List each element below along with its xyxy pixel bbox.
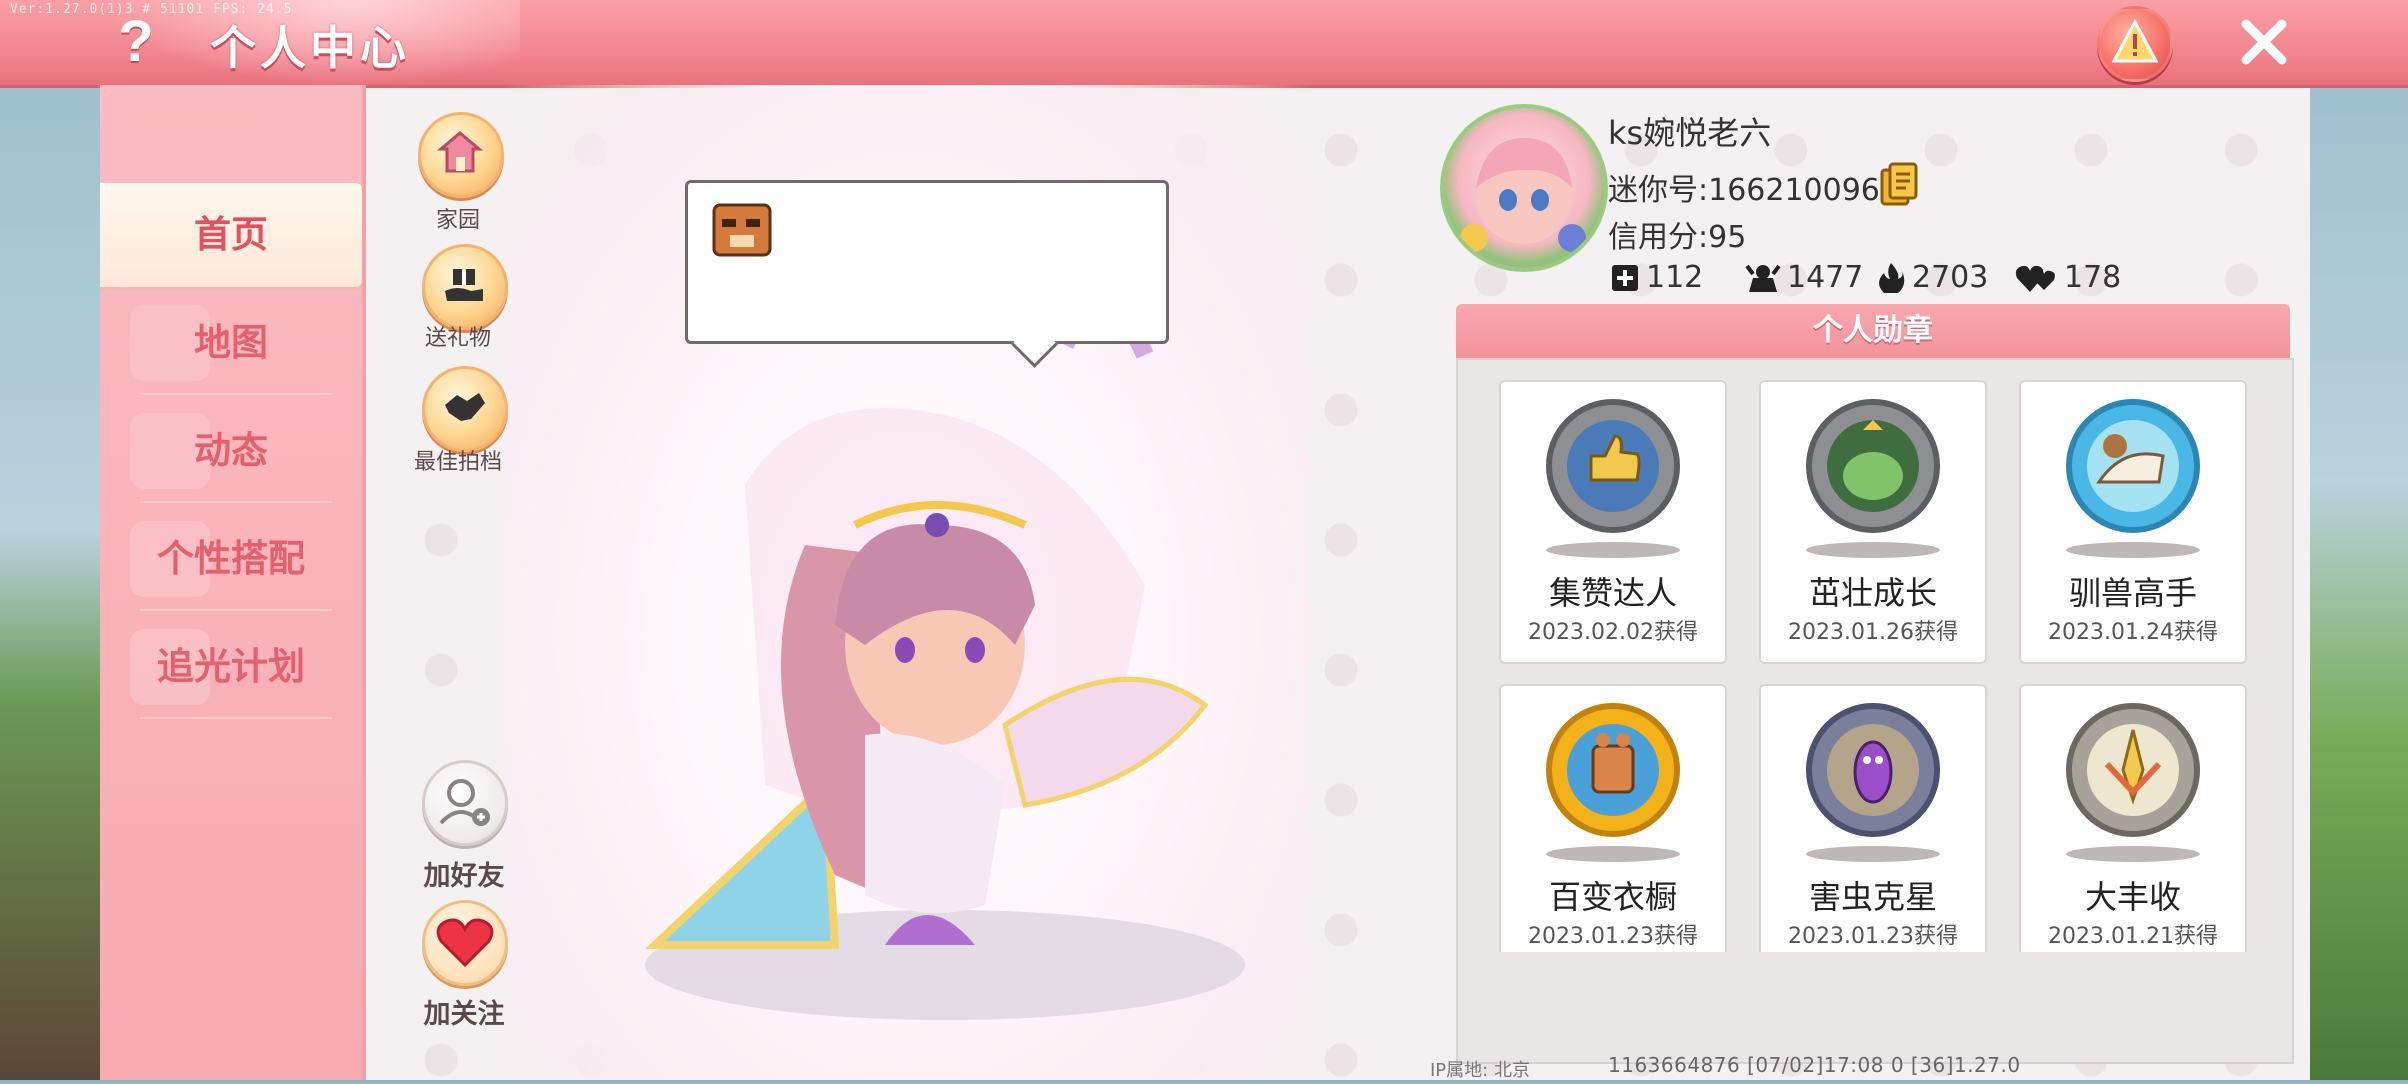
thumbs-up-medal-icon — [1546, 399, 1680, 533]
beast-medal-icon — [2066, 399, 2200, 533]
add-user-icon — [439, 779, 490, 826]
speech-bubble — [685, 180, 1169, 344]
nav-item-feed[interactable]: 动态 — [100, 399, 362, 503]
partner-label: 最佳拍档 — [413, 450, 502, 475]
medal-date: 2023.02.02获得 — [1528, 620, 1698, 645]
house-icon — [437, 131, 483, 173]
heart-icon — [436, 918, 494, 968]
medal-date: 2023.01.21获得 — [2048, 924, 2218, 949]
medal-name: 害虫克星 — [1808, 878, 1937, 916]
add-friend-label: 加好友 — [423, 861, 505, 892]
gift-button[interactable] — [422, 244, 508, 330]
hearts-icon — [2015, 265, 2055, 292]
page-title: 个人中心 — [210, 21, 410, 75]
medal-name: 驯兽高手 — [2068, 574, 2197, 612]
nav-divider — [140, 393, 332, 395]
session-info: 1163664876 [07/02]17:08 0 [36]1.27.0 — [1608, 1053, 2021, 1077]
medal-name: 茁壮成长 — [1808, 574, 1937, 612]
nav-item-map[interactable]: 地图 — [100, 291, 362, 395]
avatar[interactable] — [1440, 104, 1608, 272]
game-backdrop-left — [0, 85, 100, 1080]
medal-date: 2023.01.26获得 — [1788, 620, 1958, 645]
character-face-icon — [712, 203, 772, 257]
medal-date: 2023.01.23获得 — [1788, 924, 1958, 949]
medal-card[interactable]: 驯兽高手 2023.01.24获得 — [2019, 380, 2247, 664]
flame-icon — [1879, 262, 1905, 293]
game-backdrop-right — [2308, 85, 2408, 1080]
home-button[interactable] — [418, 112, 504, 198]
close-icon — [2241, 19, 2287, 65]
help-button[interactable]: ? — [108, 12, 164, 72]
medal-date: 2023.01.24获得 — [2048, 620, 2218, 645]
nav-divider — [140, 609, 332, 611]
nav-item-outfit[interactable]: 个性搭配 — [100, 507, 362, 611]
medal-card[interactable]: 茁壮成长 2023.01.26获得 — [1759, 380, 1987, 664]
home-label: 家园 — [435, 208, 480, 233]
nav-divider — [140, 717, 332, 719]
add-friend-button[interactable] — [422, 760, 508, 846]
medal-name: 集赞达人 — [1548, 574, 1677, 612]
plus-badge-icon — [1612, 264, 1638, 291]
copy-id-button[interactable] — [1880, 162, 1918, 206]
username: ks婉悦老六 — [1608, 114, 1772, 152]
harvest-medal-icon — [2066, 703, 2200, 837]
medal-name: 百变衣橱 — [1548, 878, 1677, 916]
fans-icon — [1745, 264, 1781, 292]
nav-divider — [140, 501, 332, 503]
handshake-icon — [445, 393, 485, 421]
medal-shadow — [1806, 846, 1940, 862]
nav-item-label: 动态 — [194, 429, 268, 472]
medal-shadow — [1546, 846, 1680, 862]
stat-value: 2703 — [1912, 260, 1989, 295]
stat-value: 112 — [1646, 260, 1704, 295]
stat-value: 1477 — [1787, 260, 1864, 295]
stat-likes: 112 — [1610, 260, 1703, 295]
credit-score: 信用分:95 — [1608, 220, 1747, 255]
medal-shadow — [1546, 542, 1680, 558]
stat-hearts: 178 — [2014, 260, 2121, 295]
nav-item-label: 追光计划 — [157, 645, 305, 688]
partner-button[interactable] — [422, 366, 508, 452]
nav-item-home[interactable]: 首页 — [100, 183, 362, 287]
stat-popularity: 2703 — [1876, 260, 1988, 295]
medal-card[interactable]: 百变衣橱 2023.01.23获得 — [1499, 684, 1727, 952]
gift-hand-icon — [445, 269, 483, 301]
follow-label: 加关注 — [423, 999, 505, 1030]
medal-card[interactable]: 大丰收 2023.01.21获得 — [2019, 684, 2247, 952]
close-button[interactable] — [2232, 10, 2296, 74]
medal-date: 2023.01.23获得 — [1528, 924, 1698, 949]
gift-label: 送礼物 — [424, 326, 491, 351]
warning-icon — [2112, 19, 2158, 63]
medal-name: 大丰收 — [2084, 878, 2181, 916]
follow-button[interactable] — [422, 900, 508, 986]
report-button[interactable] — [2097, 6, 2173, 82]
nav-item-light-plan[interactable]: 追光计划 — [100, 615, 362, 719]
nav-item-label: 首页 — [194, 213, 268, 256]
bug-medal-icon — [1806, 703, 1940, 837]
nav-item-label: 地图 — [194, 321, 268, 364]
sidebar-nav: 首页 地图 动态 个性搭配 追光计划 — [100, 85, 366, 1080]
medal-shadow — [2066, 542, 2200, 558]
ip-location: IP属地: 北京 — [1430, 1060, 1530, 1081]
medal-card[interactable]: 集赞达人 2023.02.02获得 — [1499, 380, 1727, 664]
medal-shadow — [2066, 846, 2200, 862]
avatar-portrait — [1460, 138, 1586, 252]
medal-card[interactable]: 害虫克星 2023.01.23获得 — [1759, 684, 1987, 952]
stat-value: 178 — [2064, 260, 2122, 295]
sprout-medal-icon — [1806, 399, 1940, 533]
nav-item-label: 个性搭配 — [157, 537, 305, 580]
title-bar: Ver:1.27.0(1)3 # 51101 FPS: 24.5 ? 个人中心 — [0, 0, 2408, 85]
medals-header: 个人勋章 — [1456, 304, 2290, 358]
stat-fans: 1477 — [1745, 260, 1863, 295]
medal-shadow — [1806, 542, 1940, 558]
copy-icon — [1880, 162, 1918, 206]
mini-id: 迷你号:1662100962 — [1608, 173, 1899, 208]
wardrobe-medal-icon — [1546, 703, 1680, 837]
